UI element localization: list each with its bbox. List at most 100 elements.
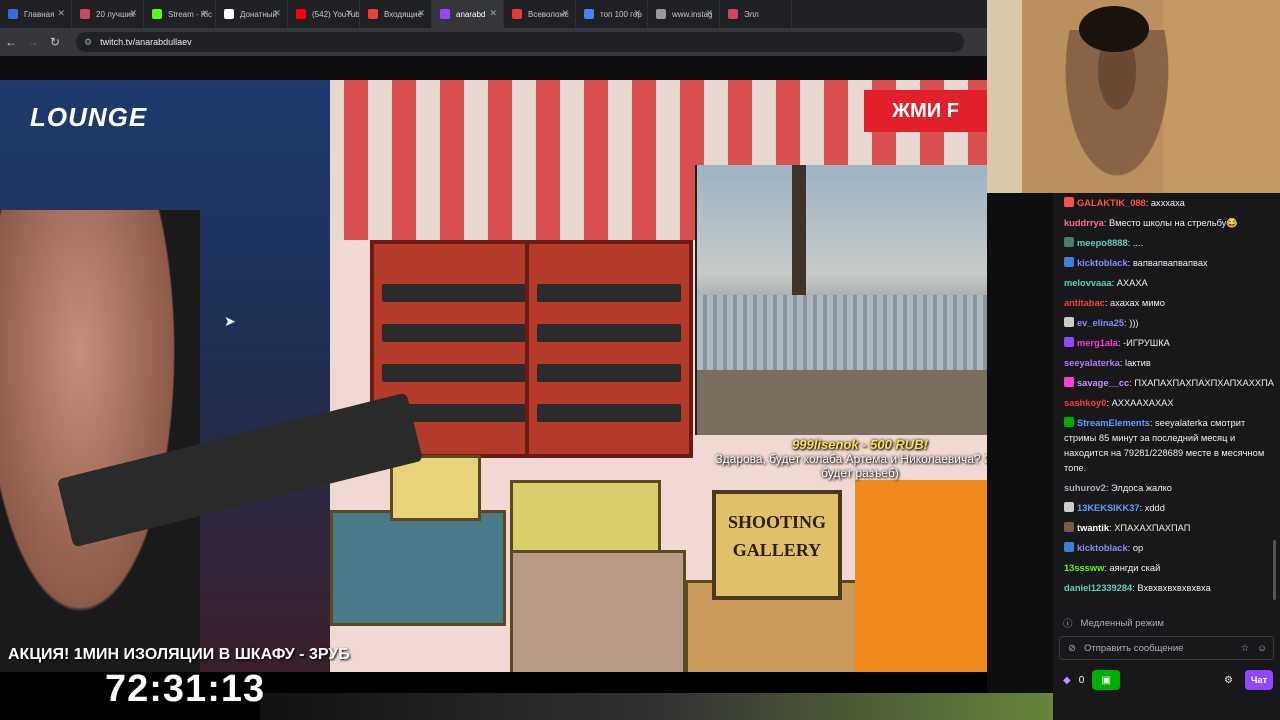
url-field[interactable]: ⚙ twitch.tv/anarabdullaev xyxy=(76,32,964,52)
chat-badge-icon[interactable] xyxy=(1064,376,1074,387)
browser-tab[interactable]: anarabd ✕ xyxy=(432,0,504,28)
browser-tab[interactable]: Stream - Kic ✕ xyxy=(144,0,216,28)
chat-text: -ИГРУШКА xyxy=(1123,337,1170,348)
chat-badge-icon[interactable] xyxy=(1064,501,1074,512)
chat-badge-icon[interactable] xyxy=(1064,236,1074,247)
chat-message: kuddrrya: Вместо школы на стрельбу😂 xyxy=(1053,213,1280,233)
chat-username[interactable]: 13KEKSIKK37 xyxy=(1077,503,1140,513)
chat-message: GALAKTIK_088: ахххаха xyxy=(1053,193,1280,213)
reload-icon[interactable]: ↻ xyxy=(44,35,66,49)
chat-username[interactable]: kicktoblack xyxy=(1077,258,1128,268)
emote-picker-icon[interactable]: ☆ xyxy=(1241,643,1250,654)
chat-message: kicktoblack: ор xyxy=(1053,538,1280,558)
chat-text: ))) xyxy=(1129,317,1139,328)
tab-close-icon[interactable]: ✕ xyxy=(417,8,425,19)
browser-tab[interactable]: топ 100 гор ✕ xyxy=(576,0,648,28)
chat-username[interactable]: daniel12339284 xyxy=(1064,583,1132,593)
tab-close-icon[interactable]: ✕ xyxy=(633,8,641,19)
chat-username[interactable]: kuddrrya xyxy=(1064,218,1104,228)
bonus-chest-button[interactable]: ▣ xyxy=(1092,670,1121,690)
tab-favicon-icon xyxy=(728,9,738,19)
tab-favicon-icon xyxy=(440,9,450,19)
chat-text: вапвапвапвапвах xyxy=(1132,257,1208,268)
chat-text: аянгди скай xyxy=(1109,562,1161,573)
chat-badge-icon[interactable] xyxy=(1064,196,1074,207)
back-icon[interactable]: ← xyxy=(0,35,22,49)
tab-label: anarabd xyxy=(456,9,486,19)
chat-username[interactable]: GALAKTIK_088 xyxy=(1077,198,1146,208)
tab-close-icon[interactable]: ✕ xyxy=(561,8,569,19)
chat-text: АХХААХАХАХ xyxy=(1111,397,1174,408)
tab-close-icon[interactable]: ✕ xyxy=(345,8,353,19)
chat-username[interactable]: seeyalaterka xyxy=(1064,358,1120,368)
donation-user: 999lisenok - 500 RUB! xyxy=(792,437,928,452)
chat-message: ev_elina25: ))) xyxy=(1053,313,1280,333)
tab-favicon-icon xyxy=(152,9,162,19)
chat-badge-icon[interactable] xyxy=(1064,316,1074,327)
info-icon: ⓘ xyxy=(1063,619,1073,630)
tab-favicon-icon xyxy=(656,9,666,19)
tab-favicon-icon xyxy=(296,9,306,19)
tab-close-icon[interactable]: ✕ xyxy=(129,8,137,19)
chat-badge-icon[interactable] xyxy=(1064,416,1074,427)
chat-username[interactable]: meepo8888 xyxy=(1077,238,1128,248)
sign-line-1: SHOOTING xyxy=(727,512,827,532)
tab-close-icon[interactable]: ✕ xyxy=(489,8,497,19)
browser-tab[interactable]: Всеволожс ✕ xyxy=(504,0,576,28)
orange-shirt xyxy=(855,480,987,672)
tab-close-icon[interactable]: ✕ xyxy=(705,8,713,19)
chat-username[interactable]: suhurov2 xyxy=(1064,483,1106,493)
settings-icon[interactable]: ⚙ xyxy=(1224,675,1233,686)
channel-points-icon[interactable]: ◆ xyxy=(1063,675,1071,686)
smile-icon[interactable]: ☺ xyxy=(1257,643,1267,654)
chat-footer: ⓘ Медленный режим ⊘ Отправить сообщение … xyxy=(1053,608,1280,720)
jmi-banner: ЖМИ F xyxy=(864,90,987,132)
browser-tab[interactable]: Донатный ✕ xyxy=(216,0,288,28)
browser-tab[interactable]: Входящие ✕ xyxy=(360,0,432,28)
chat-badge-icon[interactable] xyxy=(1064,336,1074,347)
webcam-hair xyxy=(1079,6,1149,52)
chat-username[interactable]: antitabac xyxy=(1064,298,1105,308)
chat-send-button[interactable]: Чат xyxy=(1245,670,1273,690)
chat-username[interactable]: StreamElements xyxy=(1077,418,1150,428)
chat-panel: GALAKTIK_088: ахххаха kuddrrya: Вместо шк… xyxy=(1053,193,1280,608)
browser-tab[interactable]: (542) YouTub ✕ xyxy=(288,0,360,28)
tab-favicon-icon xyxy=(368,9,378,19)
forward-icon[interactable]: → xyxy=(22,35,44,49)
browser-tab[interactable]: 20 лучших ✕ xyxy=(72,0,144,28)
chat-username[interactable]: 13sssww xyxy=(1064,563,1104,573)
chat-username[interactable]: savage__cc xyxy=(1077,378,1129,388)
chat-text: .... xyxy=(1132,237,1144,248)
url-text: twitch.tv/anarabdullaev xyxy=(100,37,192,47)
chat-username[interactable]: sashkoy0 xyxy=(1064,398,1106,408)
chat-username[interactable]: merg1ala xyxy=(1077,338,1118,348)
channel-points-count: 0 xyxy=(1078,674,1085,686)
tab-close-icon[interactable]: ✕ xyxy=(273,8,281,19)
chat-text: ахххаха xyxy=(1150,197,1185,208)
chat-scrollbar[interactable] xyxy=(1273,540,1276,600)
chat-badge-icon[interactable] xyxy=(1064,521,1074,532)
chat-badge-icon[interactable] xyxy=(1064,541,1074,552)
chat-username[interactable]: ev_elina25 xyxy=(1077,318,1124,328)
chat-input[interactable]: ⊘ Отправить сообщение ☆ ☺ xyxy=(1059,636,1274,660)
tab-favicon-icon xyxy=(584,9,594,19)
browser-tab[interactable]: www.instag ✕ xyxy=(648,0,720,28)
chat-message: merg1ala: -ИГРУШКА xyxy=(1053,333,1280,353)
stream-video[interactable]: LOUNGE ЖМИ F SHOOTING GALLERY 999lisenok… xyxy=(0,80,987,672)
mouse-cursor-icon: ➤ xyxy=(224,313,236,329)
chat-username[interactable]: kicktoblack xyxy=(1077,543,1128,553)
streamer-figure xyxy=(0,210,200,672)
site-info-icon[interactable]: ⚙ xyxy=(84,37,92,48)
chat-username[interactable]: twantik xyxy=(1077,523,1109,533)
tab-close-icon[interactable]: ✕ xyxy=(57,8,65,19)
chat-badge-icon[interactable] xyxy=(1064,256,1074,267)
chat-message: sashkoy0: АХХААХАХАХ xyxy=(1053,393,1280,413)
browser-tab[interactable]: Главная ✕ xyxy=(0,0,72,28)
tab-favicon-icon xyxy=(224,9,234,19)
chat-actions: ◆ 0 ▣ ⚙ Чат xyxy=(1063,669,1273,691)
chat-message: savage__cc: ПХАПАХПАХПАХПХАПХАХХПА xyxy=(1053,373,1280,393)
chat-username[interactable]: melovvaaa xyxy=(1064,278,1112,288)
browser-tab[interactable]: Элл xyxy=(720,0,792,28)
shooting-gallery-sign: SHOOTING GALLERY xyxy=(712,490,842,600)
tab-close-icon[interactable]: ✕ xyxy=(201,8,209,19)
